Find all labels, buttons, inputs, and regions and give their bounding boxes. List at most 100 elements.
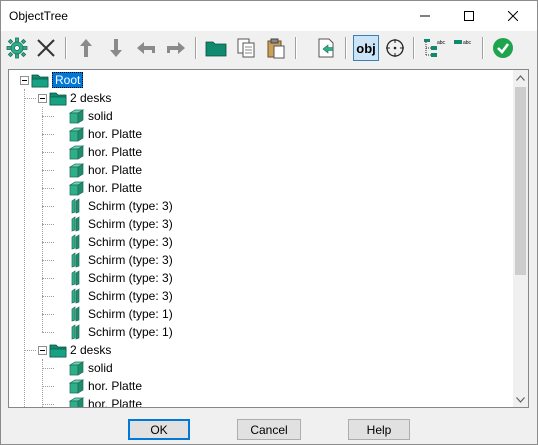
new-folder-button[interactable]: [203, 35, 229, 61]
tree-item-node[interactable]: hor. Platte: [67, 125, 142, 143]
tree-connector-line: [42, 116, 54, 117]
tree-connector-line: [42, 107, 43, 332]
move-right-button[interactable]: [163, 35, 189, 61]
tree-connector-line: [42, 368, 54, 369]
gear-icon: [6, 37, 28, 59]
window-title: ObjectTree: [9, 9, 68, 23]
collapse-toggle[interactable]: [20, 76, 29, 85]
tree-item-node[interactable]: hor. Platte: [67, 395, 142, 407]
tree-folder-node[interactable]: 2 desks: [49, 89, 111, 107]
tree-node-label: hor. Platte: [88, 397, 143, 407]
tree-connector-line: [24, 350, 36, 351]
tree-item-node[interactable]: hor. Platte: [67, 179, 142, 197]
maximize-button[interactable]: [447, 1, 491, 31]
paste-button[interactable]: [263, 35, 289, 61]
minimize-button[interactable]: [403, 1, 447, 31]
chevron-down-icon: [516, 396, 525, 403]
tree-connector-line: [42, 359, 43, 407]
paste-icon: [267, 38, 285, 59]
labels-icon: abc: [454, 40, 472, 46]
scroll-thumb[interactable]: [515, 87, 526, 275]
scroll-up-button[interactable]: [513, 70, 528, 85]
tree-item-node[interactable]: hor. Platte: [67, 161, 142, 179]
close-button[interactable]: [491, 1, 535, 31]
solid-box-icon: [68, 127, 85, 142]
delete-button[interactable]: [33, 35, 59, 61]
panel-icon: [71, 288, 80, 304]
minimize-icon: [420, 15, 430, 17]
move-up-icon: [80, 39, 92, 57]
folder-icon: [205, 41, 227, 57]
solid-box-icon: [68, 181, 85, 196]
panel-icon: [71, 324, 80, 340]
tree-connector-line: [42, 386, 54, 387]
labels-button[interactable]: abc: [451, 35, 477, 61]
tree-node-label: 2 desks: [70, 343, 112, 357]
tree-item-node[interactable]: Schirm (type: 1): [67, 323, 173, 341]
tree-folder-node[interactable]: 2 desks: [49, 341, 111, 359]
copy-button[interactable]: [233, 35, 259, 61]
tree-item-node[interactable]: hor. Platte: [67, 377, 142, 395]
tree-item-node[interactable]: hor. Platte: [67, 143, 142, 161]
tree-item-node[interactable]: Schirm (type: 3): [67, 215, 173, 233]
tree-folder-node[interactable]: Root: [31, 71, 84, 89]
panel-icon: [71, 216, 80, 232]
tree-connector-line: [42, 242, 54, 243]
move-left-icon: [137, 42, 155, 54]
tree-connector-line: [42, 224, 54, 225]
export-button[interactable]: [313, 35, 339, 61]
confirm-button[interactable]: [490, 35, 516, 61]
solid-box-icon: [68, 397, 85, 407]
tree-node-label: Schirm (type: 3): [88, 199, 173, 213]
tree-item-node[interactable]: Schirm (type: 3): [67, 287, 173, 305]
solid-box-icon: [68, 379, 85, 394]
move-left-button[interactable]: [133, 35, 159, 61]
move-down-button[interactable]: [103, 35, 129, 61]
tree-node-label: solid: [88, 109, 113, 123]
target-button[interactable]: [382, 35, 408, 61]
help-button[interactable]: Help: [348, 419, 410, 440]
tree-item-node[interactable]: Schirm (type: 3): [67, 197, 173, 215]
tree-item-node[interactable]: Schirm (type: 3): [67, 269, 173, 287]
collapse-toggle[interactable]: [38, 346, 47, 355]
move-right-icon: [167, 42, 185, 54]
object-tree-view[interactable]: Root 2 desks solid hor. Platte hor. Platte ho…: [8, 69, 529, 408]
tree-connector-line: [42, 134, 54, 135]
ok-button[interactable]: OK: [128, 419, 190, 440]
tree-item-node[interactable]: solid: [67, 107, 113, 125]
tree-item-node[interactable]: solid: [67, 359, 113, 377]
tree-node-label: Schirm (type: 3): [88, 253, 173, 267]
title-bar: ObjectTree: [1, 1, 537, 31]
solid-box-icon: [68, 109, 85, 124]
panel-icon: [71, 198, 80, 214]
confirm-check-icon: [493, 38, 513, 58]
tree-node-label: hor. Platte: [88, 145, 143, 159]
obj-toggle-button[interactable]: obj: [353, 35, 379, 61]
vertical-scrollbar[interactable]: [513, 70, 528, 407]
tree-node-label: solid: [88, 361, 113, 375]
solid-box-icon: [68, 145, 85, 160]
tree-node-label: Root: [52, 72, 84, 88]
tree-item-node[interactable]: Schirm (type: 3): [67, 233, 173, 251]
tree-node-label: Schirm (type: 3): [88, 217, 173, 231]
svg-text:abc: abc: [437, 40, 446, 46]
toolbar: obj abc abc: [1, 32, 537, 66]
move-up-button[interactable]: [73, 35, 99, 61]
tree-node-label: 2 desks: [70, 91, 112, 105]
tree-item-node[interactable]: Schirm (type: 1): [67, 305, 173, 323]
delete-x-icon: [37, 39, 55, 57]
copy-icon: [237, 38, 255, 58]
tree-node-label: Schirm (type: 1): [88, 307, 173, 321]
obj-toggle-icon: obj: [356, 40, 376, 56]
panel-icon: [71, 234, 80, 250]
scroll-down-button[interactable]: [513, 392, 528, 407]
tree-connector-line: [42, 170, 54, 171]
tree-connector-line: [42, 152, 54, 153]
close-icon: [508, 11, 518, 21]
cancel-button[interactable]: Cancel: [237, 419, 301, 440]
collapse-toggle[interactable]: [38, 94, 47, 103]
settings-button[interactable]: [4, 35, 30, 61]
tree-item-node[interactable]: Schirm (type: 3): [67, 251, 173, 269]
tree-labels-button[interactable]: abc: [421, 35, 447, 61]
folder-icon: [49, 344, 67, 358]
